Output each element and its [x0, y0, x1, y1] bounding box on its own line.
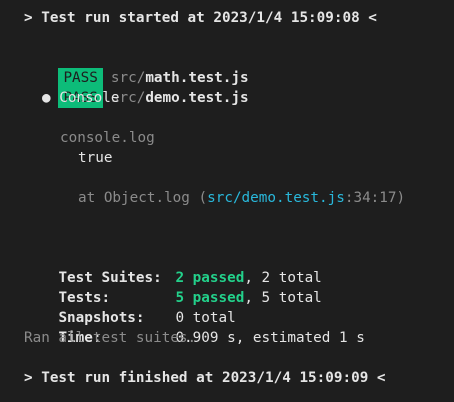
stack-trace-line: at Object.log (src/demo.test.js:34:17)	[78, 188, 405, 208]
summary-tests-total: , 5 total	[244, 290, 322, 306]
console-log-type: console.log	[60, 130, 155, 146]
summary-snapshots: Snapshots: 0 total	[24, 288, 235, 326]
ran-all-suites: Ran all test suites.	[24, 330, 197, 346]
stack-trace-link[interactable]: src/demo.test.js	[207, 190, 345, 206]
summary-time: Time: 0.909 s, estimated 1 s	[24, 308, 364, 346]
summary-time-value: 0.909 s, estimated 1 s	[175, 330, 365, 346]
run-started-line: > Test run started at 2023/1/4 15:09:08 …	[24, 10, 377, 26]
test-result-row: PASS src/demo.test.js	[24, 68, 249, 108]
run-finished-line: > Test run finished at 2023/1/4 15:09:09…	[24, 370, 386, 386]
file-name: demo.test.js	[145, 90, 249, 106]
console-header: ● Console	[42, 90, 120, 106]
stack-trace-suffix: :34:17)	[344, 190, 406, 206]
terminal-output: > Test run started at 2023/1/4 15:09:08 …	[0, 0, 454, 402]
stack-trace-prefix: at Object.log (	[78, 190, 208, 206]
console-log-value: true	[78, 150, 113, 166]
test-result-row: PASS src/math.test.js	[24, 48, 249, 88]
summary-suites: Test Suites: 2 passed, 2 total	[24, 248, 321, 286]
summary-tests: Tests: 5 passed, 5 total	[24, 268, 321, 306]
